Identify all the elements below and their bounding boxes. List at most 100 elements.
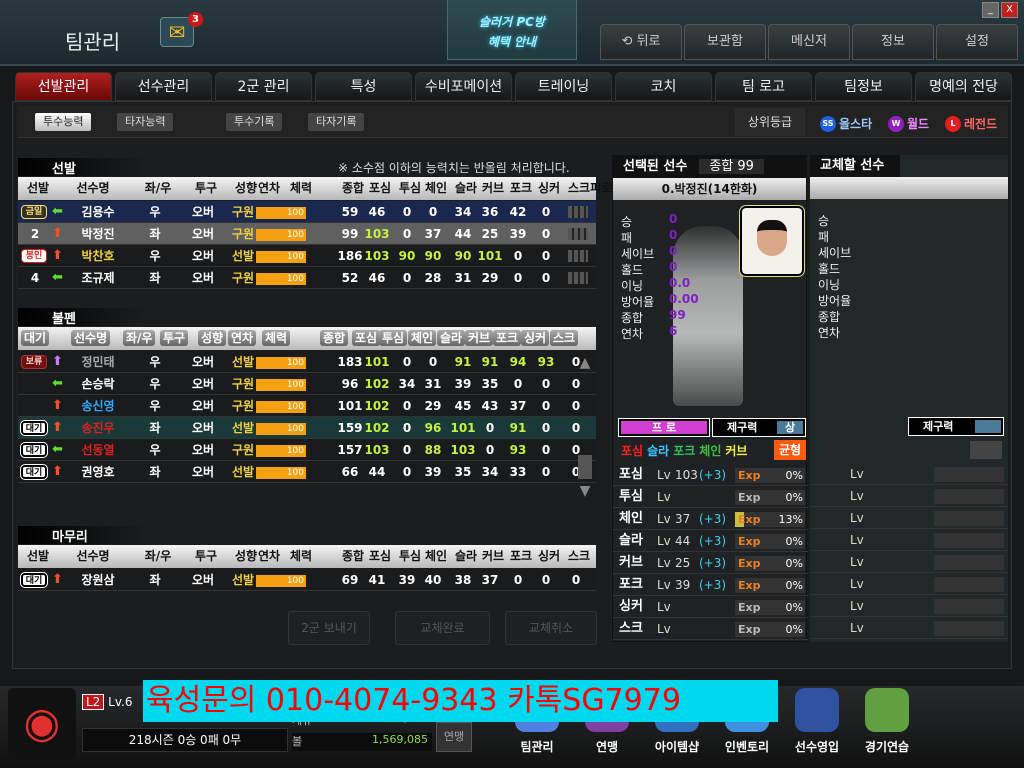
bullpen-col-header[interactable]: 연차 — [228, 327, 257, 350]
tab-0[interactable]: 선발관리 — [15, 72, 112, 101]
bullpen-row[interactable]: 보류⬆정민태우오버선발1310018310100919194930 — [18, 351, 596, 373]
bullpen-col-header[interactable]: 슬라 — [437, 327, 466, 350]
slot-badge[interactable]: 대기 — [21, 465, 47, 479]
bullpen-col-header[interactable]: 싱커 — [521, 327, 550, 350]
role-type: 선발 — [231, 465, 255, 479]
close-button[interactable]: X — [1001, 2, 1018, 18]
info-button[interactable]: 정보 — [852, 24, 934, 60]
tab-2[interactable]: 2군 관리 — [215, 72, 312, 101]
slot-badge[interactable]: 보류 — [21, 355, 47, 369]
slot-badge[interactable]: 대기 — [21, 421, 47, 435]
alliance-button[interactable]: 연맹 — [436, 722, 472, 752]
player-name[interactable]: 박정진 — [68, 223, 128, 244]
player-name[interactable]: 조규제 — [68, 267, 128, 288]
bullpen-col-label: 선수명 — [71, 330, 111, 346]
bullpen-col-header[interactable]: 체력 — [262, 327, 291, 350]
swap-complete-button[interactable]: 교체완료 — [395, 611, 490, 645]
player-name[interactable]: 정민태 — [68, 351, 128, 372]
tab-4[interactable]: 수비포메이션 — [415, 72, 512, 101]
tab-1[interactable]: 선수관리 — [115, 72, 212, 101]
send-to-minors-button[interactable]: 2군 보내기 — [288, 611, 370, 645]
page-title: 팀관리 — [65, 30, 121, 54]
tab-6[interactable]: 코치 — [615, 72, 712, 101]
scroll-down-icon[interactable]: ▼ — [575, 483, 595, 499]
selected-stat-value: 6 — [669, 324, 678, 338]
exp-percent: 0% — [785, 557, 803, 570]
swap-cancel-button[interactable]: 교체취소 — [505, 611, 597, 645]
bullpen-col-header[interactable]: 체인 — [408, 327, 437, 350]
bullpen-row[interactable]: 대기⬆송진우좌오버선발110015910209610109100 — [18, 417, 596, 439]
tab-5[interactable]: 트레이닝 — [515, 72, 612, 101]
slot-badge[interactable]: 봉인 — [21, 249, 47, 263]
closer-row[interactable]: 대기⬆장원삼좌오버선발1100694139403837000 — [18, 569, 596, 591]
bullpen-col-header[interactable]: 스크 — [550, 327, 579, 350]
bullpen-col-header[interactable]: 종합 — [320, 327, 349, 350]
bullpen-col-header[interactable]: 좌/우 — [123, 327, 156, 350]
stat-value: 0 — [541, 573, 551, 587]
player-name[interactable]: 송진우 — [68, 417, 128, 438]
subtab-batter-ability[interactable]: 타자능력 — [117, 113, 174, 131]
stat-value: 102 — [364, 421, 390, 435]
bullpen-col-header[interactable]: 투구 — [160, 327, 189, 350]
back-button[interactable]: ⟲ 뒤로 — [600, 24, 682, 60]
bullpen-col-header[interactable]: 성향 — [198, 327, 227, 350]
pcbang-banner-button[interactable]: 슬러거 PC방 혜택 안내 — [447, 0, 577, 60]
player-name[interactable]: 손승락 — [68, 373, 128, 394]
starters-row[interactable]: 봉인⬆박찬호우오버선발8100186103909090101000 — [18, 245, 596, 267]
stamina-bar: 100 — [256, 357, 306, 369]
storage-button[interactable]: 보관함 — [684, 24, 766, 60]
level-text: Lv.6 — [108, 695, 133, 709]
pitch-name: 투심 — [619, 489, 643, 504]
player-name[interactable]: 김용수 — [68, 201, 128, 222]
player-name[interactable]: 장원삼 — [68, 569, 128, 590]
settings-button[interactable]: 설정 — [936, 24, 1018, 60]
bullpen-row[interactable]: 대기⬅선동열우오버구원110015710308810309300 — [18, 439, 596, 461]
tab-7[interactable]: 팀 로고 — [715, 72, 812, 101]
tab-3[interactable]: 특성 — [315, 72, 412, 101]
bullpen-row[interactable]: 대기⬆권영호좌오버선발1100664403935343300 — [18, 461, 596, 483]
selected-stat-row: 패0 — [621, 227, 721, 245]
slot-badge[interactable]: 대기 — [21, 573, 47, 587]
bullpen-row[interactable]: ⬅손승락우오버구원61009610234313935000 — [18, 373, 596, 395]
subtab-pitcher-ability[interactable]: 투수능력 — [35, 113, 92, 131]
bullpen-col-header[interactable]: 선수명 — [71, 327, 111, 350]
lv-label: Lv — [657, 622, 671, 636]
player-name[interactable]: 박찬호 — [68, 245, 128, 266]
player-name[interactable]: 송신영 — [68, 395, 128, 416]
menu-5[interactable]: 경기연습 — [852, 688, 922, 760]
bullpen-col-header[interactable]: 포크 — [493, 327, 522, 350]
tab-8[interactable]: 팀정보 — [815, 72, 912, 101]
subtab-batter-record[interactable]: 타자기록 — [308, 113, 365, 131]
bullpen-col-header[interactable]: 포심 — [352, 327, 381, 350]
bullpen-row[interactable]: ⬆송신영우오버구원610010110202945433700 — [18, 395, 596, 417]
bullpen-scrollbar[interactable]: ▲ ▼ — [575, 355, 595, 500]
lv-label: Lv — [850, 467, 864, 481]
replacement-stat-row: 세이브 — [818, 242, 918, 260]
tab-9[interactable]: 명예의 전당 — [915, 72, 1012, 101]
bullpen-col-header[interactable]: 대기 — [21, 327, 50, 350]
player-name[interactable]: 선동열 — [68, 439, 128, 460]
minimize-button[interactable]: _ — [982, 2, 999, 18]
starters-row[interactable]: 2⬆박정진좌오버구원61009910303744253900 — [18, 223, 596, 245]
player-name[interactable]: 권영호 — [68, 461, 128, 482]
selected-stat-value: 0.0 — [669, 276, 691, 290]
selected-stat-value: 0.00 — [669, 292, 699, 306]
subtab-pitcher-record[interactable]: 투수기록 — [226, 113, 283, 131]
bullpen-col-header[interactable]: 투심 — [379, 327, 408, 350]
stat-value: 90 — [424, 249, 442, 263]
pitch-level-row: 체인 Lv 37 (+3) Exp 13% — [613, 508, 808, 530]
scroll-up-icon[interactable]: ▲ — [575, 355, 595, 371]
world-icon: W — [888, 115, 904, 132]
exp-bar: Exp 13% — [735, 512, 805, 527]
messenger-button[interactable]: 메신저 — [768, 24, 850, 60]
menu-4[interactable]: 선수영입 — [782, 688, 852, 760]
starters-row[interactable]: 4⬅조규제좌오버구원610052460283129000 — [18, 267, 596, 289]
bullpen-col-header[interactable]: 커브 — [465, 327, 494, 350]
slot-badge[interactable]: 대기 — [21, 443, 47, 457]
slot-badge[interactable]: 금일 — [21, 205, 47, 219]
starters-row[interactable]: 금일⬅김용수우오버구원610059460034364200 — [18, 201, 596, 223]
scroll-thumb[interactable] — [578, 455, 592, 479]
bullpen-col-label: 체력 — [262, 330, 291, 346]
closer-col-header: 포심 — [368, 549, 392, 563]
replacement-level-row: Lv — [810, 485, 1008, 507]
